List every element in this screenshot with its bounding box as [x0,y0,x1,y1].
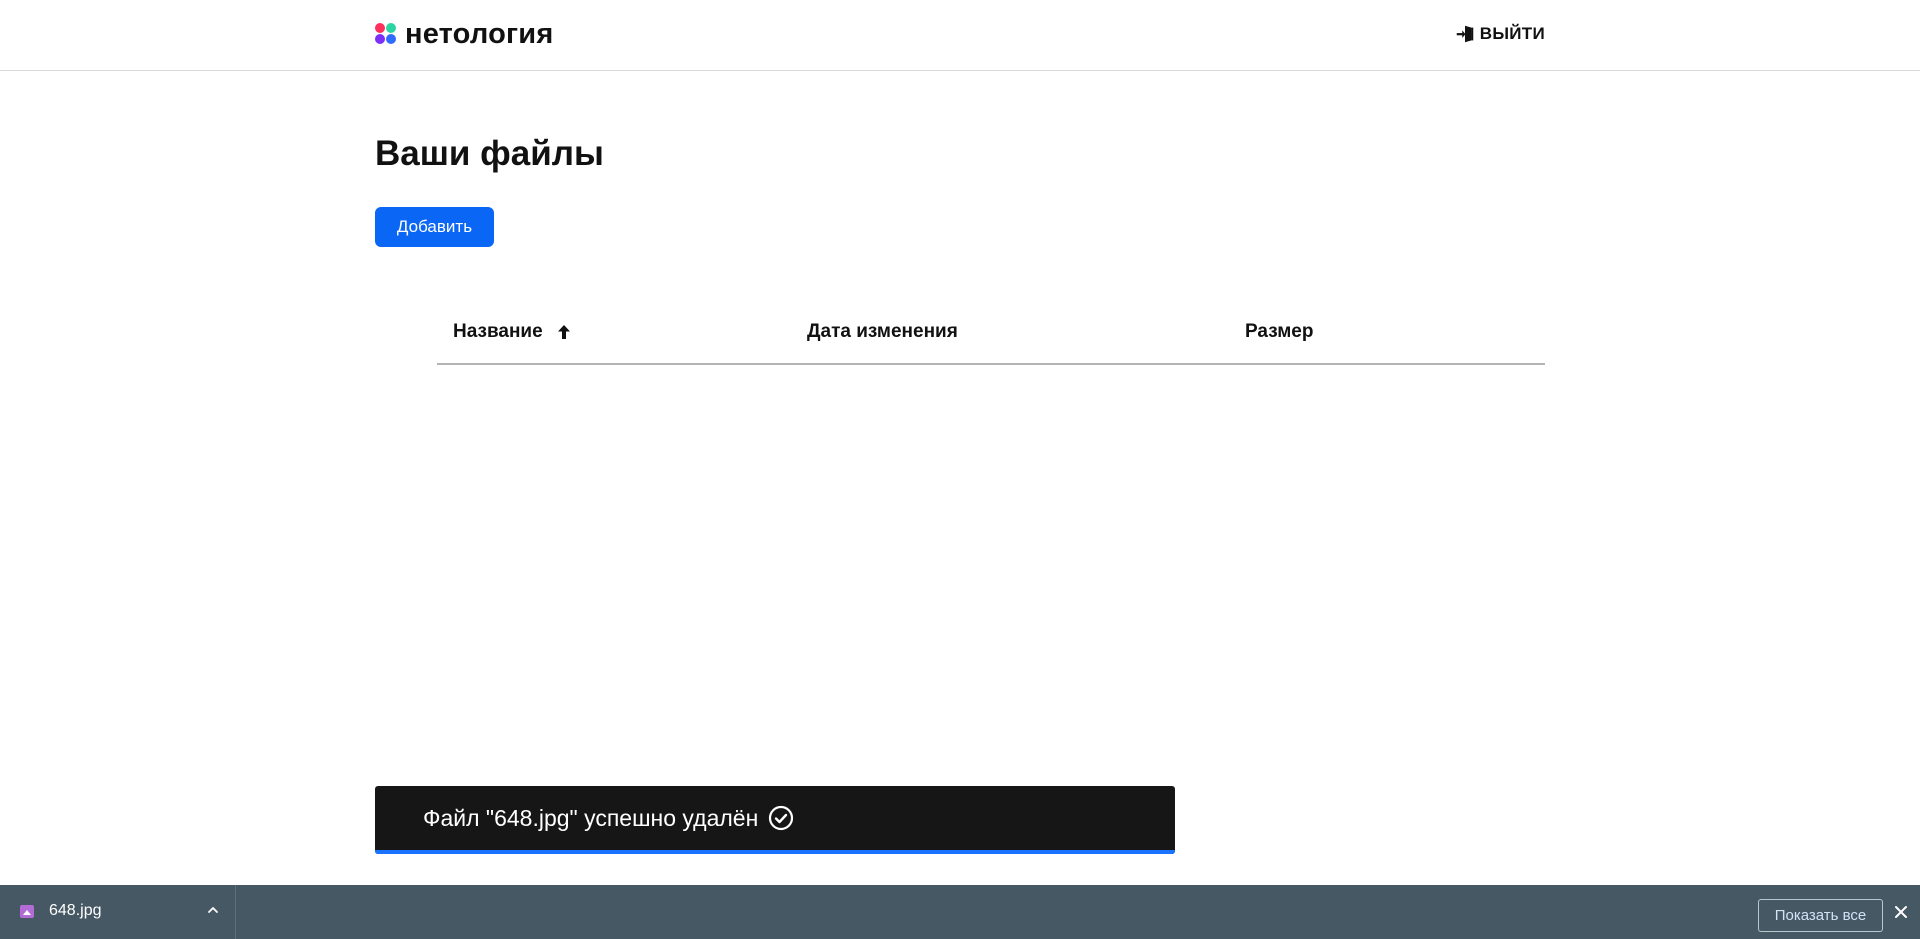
page-title: Ваши файлы [375,134,604,173]
toast-message: Файл "648.jpg" успешно удалён [423,804,759,831]
download-item[interactable]: 648.jpg [0,885,236,939]
arrow-up-icon [557,325,570,339]
close-icon[interactable] [1893,904,1909,920]
logout-icon [1456,25,1473,43]
logo[interactable]: нетология [375,18,553,50]
page: нетология ВЫЙТИ Ваши файлы Добавить Назв… [0,0,1920,939]
show-all-downloads-button[interactable]: Показать все [1758,899,1883,932]
download-file-name: 648.jpg [49,902,102,919]
toast-notification: Файл "648.jpg" успешно удалён [375,786,1175,854]
column-header-size[interactable]: Размер [1245,321,1313,343]
logout-label: ВЫЙТИ [1479,24,1545,43]
toast-progress-bar [375,850,1175,854]
files-table-header: Название Дата изменения Размер [437,305,1545,365]
site-header: нетология ВЫЙТИ [0,0,1920,71]
column-header-size-label: Размер [1245,321,1314,342]
image-file-icon [20,905,34,918]
toast-content: Файл "648.jpg" успешно удалён [423,786,794,850]
column-header-date-label: Дата изменения [807,321,958,342]
logo-mark-icon [375,23,397,45]
logo-text: нетология [405,18,554,50]
check-circle-icon [769,805,794,831]
download-bar: 648.jpg Показать все [0,885,1920,939]
column-header-name-label: Название [453,321,543,342]
add-file-button[interactable]: Добавить [375,207,494,247]
column-header-name[interactable]: Название [453,321,571,343]
chevron-up-icon[interactable] [205,902,221,918]
logout-button[interactable]: ВЫЙТИ [1454,22,1545,46]
column-header-date[interactable]: Дата изменения [807,321,958,343]
